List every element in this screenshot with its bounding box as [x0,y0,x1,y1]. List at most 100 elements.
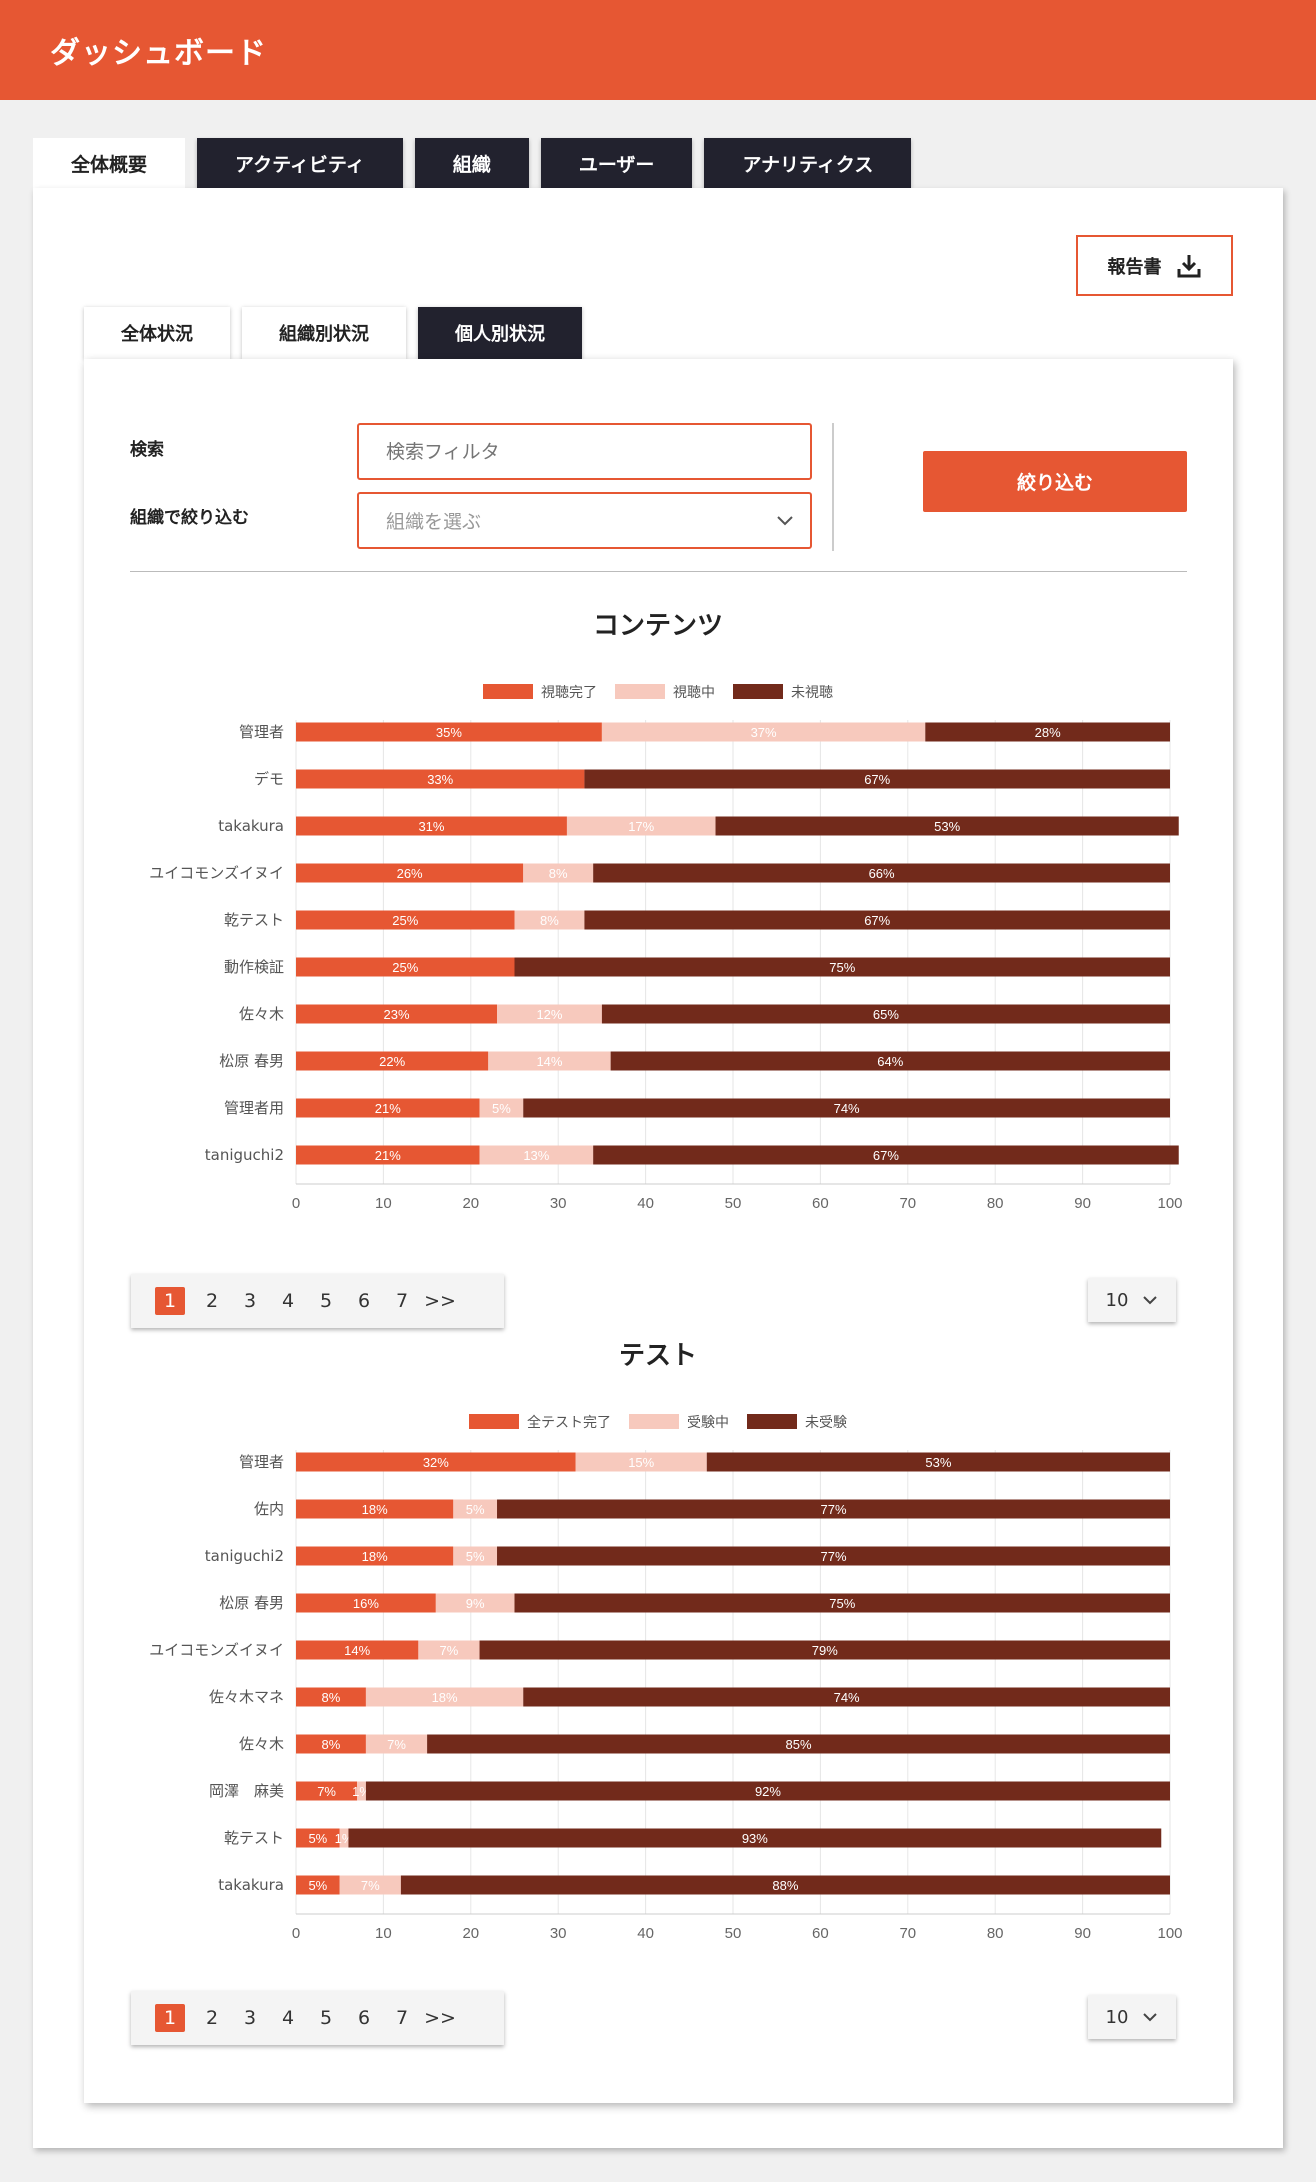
content-data-label: 21% [375,1148,401,1163]
page-5-button[interactable]: 5 [307,1287,345,1315]
test-data-label: 7% [387,1737,406,1752]
org-select[interactable]: 組織を選ぶ [357,492,812,549]
content-data-label: 21% [375,1101,401,1116]
content-data-label: 37% [751,725,777,740]
page-4-button[interactable]: 4 [269,1287,307,1315]
tab-analytics[interactable]: アナリティクス [704,138,912,188]
content-data-label: 64% [877,1054,903,1069]
page-3-button[interactable]: 3 [231,2004,269,2032]
content-data-label: 31% [418,819,444,834]
test-data-label: 8% [322,1690,341,1705]
tab-organization[interactable]: 組織 [414,138,529,188]
content-data-label: 33% [427,772,453,787]
content-data-label: 14% [536,1054,562,1069]
x-tick-label: 70 [899,1925,916,1942]
test-pagination: 1 2 3 4 5 6 7 >> [131,1991,504,2045]
test-category-label: 佐内 [254,1500,284,1518]
content-data-label: 5% [492,1101,511,1116]
x-tick-label: 100 [1157,1195,1182,1212]
subtab-overall[interactable]: 全体状況 [84,307,230,359]
content-data-label: 25% [392,960,418,975]
content-category-label: 管理者用 [224,1099,284,1117]
content-category-label: 松原 春男 [219,1052,284,1070]
page-2-button[interactable]: 2 [193,1287,231,1315]
tab-activity[interactable]: アクティビティ [197,138,403,188]
chevron-down-icon [1143,1296,1158,1305]
test-chart-title: テスト [618,1341,697,1371]
page-3-button[interactable]: 3 [231,1287,269,1315]
report-download-button[interactable]: 報告書 [1076,235,1233,296]
filter-separator [130,571,1187,572]
test-data-label: 77% [820,1549,846,1564]
test-legend-label: 未受験 [805,1415,847,1431]
search-input[interactable] [357,423,812,480]
tab-overview[interactable]: 全体概要 [33,138,186,188]
content-category-label: taniguchi2 [205,1146,284,1164]
x-tick-label: 70 [899,1195,916,1212]
page-1-button[interactable]: 1 [155,1287,185,1315]
test-data-label: 5% [466,1549,485,1564]
test-data-label: 7% [440,1643,459,1658]
x-tick-label: 60 [812,1195,829,1212]
x-tick-label: 40 [637,1195,654,1212]
test-data-label: 14% [344,1643,370,1658]
test-data-label: 5% [308,1831,327,1846]
page-5-button[interactable]: 5 [307,2004,345,2032]
test-data-label: 88% [772,1878,798,1893]
page-7-button[interactable]: 7 [383,1287,421,1315]
content-data-label: 8% [540,913,559,928]
test-category-label: 乾テスト [224,1829,284,1847]
x-tick-label: 30 [550,1925,567,1942]
content-legend-swatch [615,684,665,699]
content-data-label: 75% [829,960,855,975]
content-data-label: 67% [864,772,890,787]
x-tick-label: 90 [1074,1925,1091,1942]
filter-submit-button[interactable]: 絞り込む [923,451,1187,512]
next-pages-button[interactable]: >> [421,1287,459,1315]
test-data-label: 77% [820,1502,846,1517]
page-1-button[interactable]: 1 [155,2004,185,2032]
x-tick-label: 20 [462,1195,479,1212]
content-data-label: 22% [379,1054,405,1069]
subtab-by-individual[interactable]: 個人別状況 [418,307,582,359]
test-legend-label: 受験中 [687,1415,729,1431]
content-legend-label: 視聴中 [673,685,715,701]
test-per-page-select[interactable]: 10 [1088,1995,1176,2039]
test-data-label: 92% [755,1784,781,1799]
test-category-label: takakura [218,1876,284,1894]
org-filter-label: 組織で絞り込む [130,508,249,528]
x-tick-label: 80 [987,1195,1004,1212]
next-pages-button[interactable]: >> [421,2004,459,2032]
page-4-button[interactable]: 4 [269,2004,307,2032]
page-2-button[interactable]: 2 [193,2004,231,2032]
test-data-label: 74% [834,1690,860,1705]
test-data-label: 75% [829,1596,855,1611]
content-category-label: ユイコモンズイヌイ [149,864,284,882]
content-progress-chart: 0 10 20 30 40 50 60 70 80 90 100 視聴完了 視聴中 未視聴管理者 35% 37… [149,684,1183,1212]
x-tick-label: 60 [812,1925,829,1942]
test-data-label: 8% [322,1737,341,1752]
test-data-label: 32% [423,1455,449,1470]
test-data-label: 5% [466,1502,485,1517]
main-tabs: 全体概要 アクティビティ 組織 ユーザー アナリティクス [33,138,912,188]
x-tick-label: 100 [1157,1925,1182,1942]
x-tick-label: 90 [1074,1195,1091,1212]
tab-users[interactable]: ユーザー [540,138,693,188]
content-per-page-select[interactable]: 10 [1088,1278,1176,1322]
subtab-by-organization[interactable]: 組織別状況 [242,307,406,359]
page-6-button[interactable]: 6 [345,1287,383,1315]
test-data-label: 9% [466,1596,485,1611]
header-bar: ダッシュボード [0,0,1316,100]
test-legend-swatch [747,1414,797,1429]
test-legend-swatch [469,1414,519,1429]
page-6-button[interactable]: 6 [345,2004,383,2032]
test-category-label: 管理者 [239,1453,284,1471]
test-data-label: 79% [812,1643,838,1658]
content-legend-swatch [483,684,533,699]
page-7-button[interactable]: 7 [383,2004,421,2032]
content-category-label: takakura [218,817,284,835]
test-legend-label: 全テスト完了 [527,1414,611,1431]
content-category-label: 佐々木 [239,1005,284,1023]
content-data-label: 17% [628,819,654,834]
content-data-label: 65% [873,1007,899,1022]
